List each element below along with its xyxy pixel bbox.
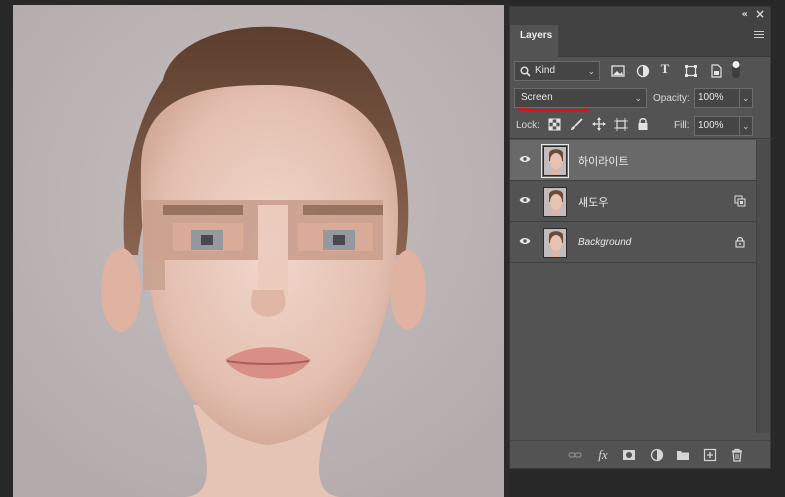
adjustment-filter-icon[interactable] <box>636 64 650 78</box>
layer-filter-row: Kind ⌄ T <box>510 57 772 85</box>
layers-scrollbar[interactable] <box>756 140 770 433</box>
layers-bottom-toolbar: fx <box>510 440 770 468</box>
smart-object-icon <box>734 195 746 207</box>
visibility-eye-icon[interactable] <box>519 196 531 204</box>
fill-chevron-icon[interactable]: ⌄ <box>739 116 753 136</box>
layer-row-shadow[interactable]: 섀도우 <box>510 181 758 222</box>
lock-row: Lock: Fill: 100% ⌄ <box>510 113 772 139</box>
panel-header-bar: « × <box>510 7 770 25</box>
layer-row-background[interactable]: Background <box>510 222 758 263</box>
visibility-eye-icon[interactable] <box>519 237 531 245</box>
document-canvas[interactable] <box>0 0 506 497</box>
lock-position-icon[interactable] <box>592 117 606 131</box>
layer-thumbnail[interactable] <box>543 228 567 258</box>
opacity-value: 100% <box>698 92 724 103</box>
fill-label: Fill: <box>674 120 690 131</box>
layers-panel: « × Layers Kind ⌄ T Screen ⌄ Opacity: 10… <box>509 6 772 469</box>
opacity-chevron-icon[interactable]: ⌄ <box>739 88 753 108</box>
blend-mode-dropdown[interactable]: Screen ⌄ <box>514 88 647 108</box>
add-mask-icon[interactable] <box>622 448 636 462</box>
layer-thumbnail[interactable] <box>541 144 569 178</box>
delete-layer-icon[interactable] <box>730 448 744 462</box>
layer-name[interactable]: Background <box>578 237 631 248</box>
layer-name[interactable]: 섀도우 <box>578 194 608 210</box>
lock-all-icon[interactable] <box>637 117 649 131</box>
link-layers-icon[interactable] <box>568 448 582 462</box>
panel-menu-icon[interactable] <box>754 31 764 39</box>
portrait-image <box>13 5 504 497</box>
new-group-icon[interactable] <box>676 448 690 462</box>
lock-transparent-pixels-icon[interactable] <box>548 118 561 131</box>
collapse-panel-icon[interactable]: « <box>742 9 748 20</box>
lock-artboard-icon[interactable] <box>614 118 628 131</box>
fill-input[interactable]: 100% ⌄ <box>694 116 753 136</box>
portrait-photo[interactable] <box>13 5 504 497</box>
smart-object-filter-icon[interactable] <box>709 64 723 78</box>
chevron-down-icon: ⌄ <box>587 66 595 76</box>
layer-row-highlight[interactable]: 하이라이트 <box>510 140 758 181</box>
filter-kind-dropdown[interactable]: Kind ⌄ <box>514 61 600 81</box>
lock-label: Lock: <box>516 120 540 131</box>
opacity-label: Opacity: <box>653 93 690 104</box>
shape-filter-icon[interactable] <box>684 64 698 78</box>
layer-thumbnail[interactable] <box>543 187 567 217</box>
type-filter-icon[interactable]: T <box>658 61 672 77</box>
lock-image-pixels-icon[interactable] <box>570 118 583 131</box>
close-panel-icon[interactable]: × <box>755 7 765 21</box>
opacity-input[interactable]: 100% ⌄ <box>694 88 753 108</box>
tab-layers[interactable]: Layers <box>510 25 558 57</box>
blend-mode-value: Screen <box>521 92 553 103</box>
lock-icon <box>735 237 745 248</box>
search-icon <box>520 66 531 77</box>
fx-icon[interactable]: fx <box>596 448 610 462</box>
panel-tab-row: Layers <box>510 25 770 57</box>
layer-name[interactable]: 하이라이트 <box>578 153 629 169</box>
adjustment-layer-icon[interactable] <box>650 448 664 462</box>
filter-toggle-icon[interactable] <box>731 59 741 79</box>
image-filter-icon[interactable] <box>611 64 625 78</box>
new-layer-icon[interactable] <box>703 448 717 462</box>
layers-list: 하이라이트 섀도우 Background <box>510 140 758 263</box>
fill-value: 100% <box>698 120 724 131</box>
chevron-down-icon: ⌄ <box>634 93 642 103</box>
visibility-eye-icon[interactable] <box>519 155 531 163</box>
filter-kind-label: Kind <box>535 65 556 76</box>
